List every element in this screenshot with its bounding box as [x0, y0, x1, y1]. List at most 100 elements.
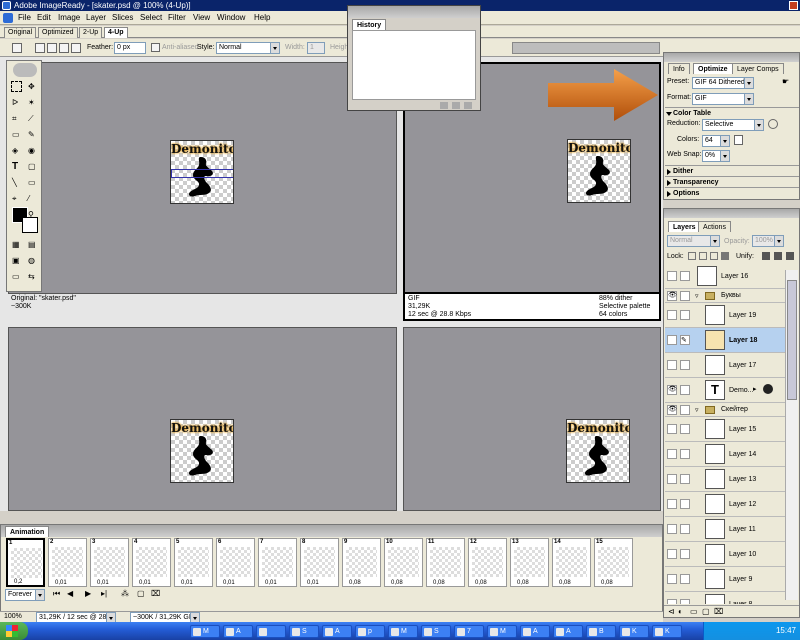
websnap-select[interactable]: 0%	[702, 150, 730, 162]
toggle-image-map-icon[interactable]: ▤	[27, 239, 38, 250]
frame-delay[interactable]: 0,01	[97, 580, 109, 586]
frame-delay[interactable]: 0,01	[139, 580, 151, 586]
taskbar-item[interactable]: M	[190, 625, 220, 638]
frame-delay[interactable]: 0,01	[265, 580, 277, 586]
lock-position-icon[interactable]	[710, 252, 718, 260]
animation-frame[interactable]: 4 0,01	[132, 538, 171, 587]
crop-tool-icon[interactable]: ⌗	[11, 113, 22, 124]
frame-delay[interactable]: 0,08	[601, 580, 613, 586]
layer-row[interactable]: Layer 9	[665, 567, 786, 592]
visibility-icon[interactable]	[667, 574, 677, 584]
opacity-input[interactable]: 100%	[752, 235, 784, 247]
add-selection-icon[interactable]	[47, 43, 57, 53]
animation-frame[interactable]: 9 0,08	[342, 538, 381, 587]
tab-animation[interactable]: Animation	[5, 526, 50, 537]
rect-marquee-tool-icon[interactable]	[11, 81, 22, 92]
animation-frame[interactable]: 3 0,01	[90, 538, 129, 587]
marquee-tool-icon[interactable]	[12, 43, 22, 53]
visibility-icon[interactable]	[667, 549, 677, 559]
link-icon[interactable]	[680, 549, 690, 559]
chevron-down-icon[interactable]: ▿	[695, 292, 699, 300]
expand-effects-icon[interactable]: ▸	[753, 385, 757, 393]
optimize-panel-header[interactable]	[664, 53, 799, 62]
subtract-selection-icon[interactable]	[59, 43, 69, 53]
feather-input[interactable]: 0 px	[114, 42, 146, 54]
link-icon[interactable]	[680, 499, 690, 509]
type-tool-icon[interactable]: T	[11, 161, 22, 172]
width-input[interactable]: 1	[307, 42, 325, 54]
menu-layer[interactable]: Layer	[86, 11, 106, 25]
taskbar-item[interactable]	[256, 625, 286, 638]
taskbar-item[interactable]: K	[619, 625, 649, 638]
line-tool-icon[interactable]: ╲	[11, 177, 22, 188]
chevron-down-icon[interactable]: ▿	[695, 406, 699, 414]
new-document-icon[interactable]	[452, 102, 460, 109]
brush-icon[interactable]: ✎	[680, 335, 690, 345]
format-select[interactable]: GIF	[692, 93, 754, 105]
duplicate-frame-icon[interactable]: ▢	[137, 589, 145, 598]
layers-scrollbar[interactable]	[785, 270, 798, 600]
close-icon[interactable]	[789, 1, 798, 10]
layer-row[interactable]: Layer 12	[665, 492, 786, 517]
taskbar-item[interactable]: A	[553, 625, 583, 638]
taskbar-item[interactable]: A	[223, 625, 253, 638]
trash-icon[interactable]: ⌧	[151, 589, 160, 598]
visibility-icon[interactable]	[667, 335, 677, 345]
menu-slices[interactable]: Slices	[112, 11, 133, 25]
layer-effects-icon[interactable]	[763, 384, 773, 394]
animation-frame[interactable]: 2 0,01	[48, 538, 87, 587]
palette-well[interactable]	[512, 42, 660, 54]
background-color-swatch[interactable]	[22, 217, 38, 233]
taskbar-item[interactable]: M	[487, 625, 517, 638]
frame-delay[interactable]: 0,08	[517, 580, 529, 586]
animation-frame[interactable]: 11 0,08	[426, 538, 465, 587]
frame-delay[interactable]: 0,01	[223, 580, 235, 586]
layer-row[interactable]: Layer 10	[665, 542, 786, 567]
layer-row[interactable]: Layer 16	[665, 264, 786, 289]
play-icon[interactable]: ▶	[85, 589, 91, 598]
lock-paint-icon[interactable]	[699, 252, 707, 260]
visibility-icon[interactable]	[667, 449, 677, 459]
lasso-tool-icon[interactable]: ᐅ	[11, 97, 22, 108]
tab-info[interactable]: Info	[668, 63, 690, 74]
frame-delay[interactable]: 0,08	[433, 580, 445, 586]
new-group-icon[interactable]: ▭	[690, 607, 698, 616]
screen-mode-icon[interactable]: ▭	[11, 271, 22, 282]
animation-frame[interactable]: 13 0,08	[510, 538, 549, 587]
options-section[interactable]: Options	[665, 187, 799, 198]
visibility-icon[interactable]	[667, 271, 677, 281]
animation-frame[interactable]: 1 0,2	[6, 538, 45, 587]
layer-group-row[interactable]: 👁 ▿ Буквы	[665, 289, 786, 303]
layer-row[interactable]: Layer 14	[665, 442, 786, 467]
layer-row[interactable]: Layer 17	[665, 353, 786, 378]
unify-visibility-icon[interactable]	[774, 252, 782, 260]
tab-2up[interactable]: 2-Up	[79, 27, 103, 38]
link-icon[interactable]	[680, 424, 690, 434]
tab-layers[interactable]: Layers	[668, 221, 701, 232]
taskbar-item[interactable]: A	[322, 625, 352, 638]
style-select[interactable]: Normal	[216, 42, 280, 54]
taskbar-item[interactable]: p	[355, 625, 385, 638]
animation-frame[interactable]: 7 0,01	[258, 538, 297, 587]
taskbar-item[interactable]: A	[520, 625, 550, 638]
animation-panel-header[interactable]	[1, 525, 662, 537]
pane-optimized-3[interactable]: Demonito	[403, 327, 661, 511]
image-map-tool-icon[interactable]: ⌖	[11, 193, 22, 204]
layer-row-selected[interactable]: ✎ Layer 18	[665, 328, 786, 353]
clock[interactable]: 15:47	[776, 622, 796, 640]
menu-view[interactable]: View	[193, 11, 210, 25]
frame-delay[interactable]: 0,08	[391, 580, 403, 586]
unify-position-icon[interactable]	[762, 252, 770, 260]
layer-group-row[interactable]: 👁 ▿ Скейтер	[665, 403, 786, 417]
layer-row[interactable]: Layer 19	[665, 303, 786, 328]
color-table-section[interactable]: Color Table	[665, 107, 799, 118]
lock-transparency-icon[interactable]	[688, 252, 696, 260]
transparency-section[interactable]: Transparency	[665, 176, 799, 187]
history-list[interactable]	[352, 30, 476, 100]
magic-wand-tool-icon[interactable]: ✶	[27, 97, 38, 108]
visibility-icon[interactable]: 👁	[667, 291, 677, 301]
tab-history[interactable]: History	[352, 19, 387, 30]
eraser-tool-icon[interactable]: ▭	[11, 129, 22, 140]
preview-in-browser-icon[interactable]: ◍	[27, 255, 38, 266]
animation-frame[interactable]: 15 0,08	[594, 538, 633, 587]
